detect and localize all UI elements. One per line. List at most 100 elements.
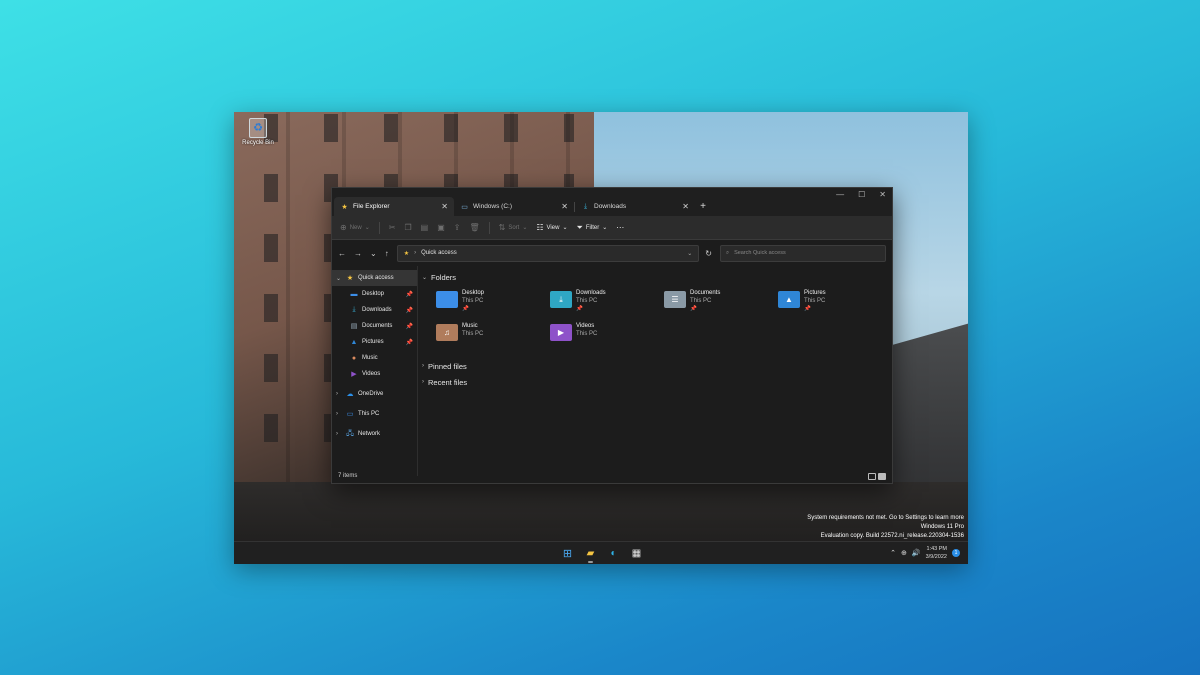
status-bar: 7 items bbox=[332, 469, 892, 483]
chevron-down-icon: ⌄ bbox=[522, 225, 528, 231]
taskbar-edge[interactable]: ◐ bbox=[605, 545, 622, 562]
chevron-down-icon[interactable]: ⌄ bbox=[336, 275, 342, 282]
pin-icon: 📌 bbox=[576, 306, 583, 312]
tab-label: Windows (C:) bbox=[473, 203, 513, 210]
sidebar-item-label: OneDrive bbox=[358, 391, 384, 397]
close-tab-icon[interactable]: ✕ bbox=[682, 202, 689, 211]
notification-badge[interactable]: 1 bbox=[952, 549, 960, 557]
sidebar-item-pictures[interactable]: ▲ Pictures 📌 bbox=[332, 334, 417, 350]
pinned-files-section-header[interactable]: › Pinned files bbox=[422, 358, 892, 374]
copy-icon[interactable]: ❐ bbox=[404, 223, 411, 232]
new-tab-button[interactable]: + bbox=[695, 197, 711, 216]
folder-tile-music[interactable]: ♫ Music This PC bbox=[436, 322, 550, 352]
pin-icon: 📌 bbox=[405, 323, 413, 330]
folder-tile-videos[interactable]: ▶ Videos This PC bbox=[550, 322, 664, 352]
up-arrow-icon[interactable]: ↑ bbox=[385, 249, 389, 258]
sort-button[interactable]: ⇅ Sort ⌄ bbox=[499, 223, 528, 232]
folder-tile-documents[interactable]: ☰ Documents This PC 📌 bbox=[664, 289, 778, 319]
recycle-bin-shortcut[interactable]: ♻ Recycle Bin bbox=[240, 118, 276, 146]
desktop-icon: ▬ bbox=[350, 290, 358, 298]
star-icon: ★ bbox=[403, 250, 410, 257]
clock[interactable]: 1:43 PM 3/9/2022 bbox=[926, 545, 947, 561]
layout-toggle bbox=[868, 472, 886, 480]
paste-icon[interactable]: ▤ bbox=[421, 223, 429, 232]
filter-icon: ⏷ bbox=[576, 222, 583, 232]
windows-logo-icon: ⊞ bbox=[562, 548, 573, 560]
refresh-icon[interactable]: ↻ bbox=[705, 249, 712, 258]
tiles-view-icon[interactable] bbox=[878, 472, 886, 480]
tab-windows-c[interactable]: ▭ Windows (C:) ✕ bbox=[454, 197, 574, 216]
sidebar-item-quick-access[interactable]: ⌄ ★ Quick access bbox=[332, 270, 417, 286]
recent-locations-chevron-icon[interactable]: ⌄ bbox=[370, 249, 377, 258]
chevron-right-icon[interactable]: › bbox=[336, 431, 342, 437]
sidebar-item-downloads[interactable]: ⤓ Downloads 📌 bbox=[332, 302, 417, 318]
folder-location: This PC bbox=[462, 331, 484, 337]
rename-icon[interactable]: ▣ bbox=[437, 223, 445, 232]
back-arrow-icon[interactable]: ← bbox=[338, 249, 346, 258]
delete-icon[interactable]: 🗑 bbox=[469, 223, 479, 232]
tab-downloads[interactable]: ⤓ Downloads ✕ bbox=[575, 197, 695, 216]
volume-icon[interactable]: 🔊 bbox=[912, 549, 921, 557]
pin-icon: 📌 bbox=[405, 339, 413, 346]
recycle-bin-label: Recycle Bin bbox=[242, 140, 274, 146]
desktop-folder-icon bbox=[436, 291, 458, 308]
music-icon: ● bbox=[351, 354, 357, 362]
maximize-icon[interactable]: ☐ bbox=[858, 190, 865, 199]
recent-files-section-header[interactable]: › Recent files bbox=[422, 374, 892, 390]
filter-button[interactable]: ⏷ Filter ⌄ bbox=[576, 223, 607, 233]
music-folder-icon: ♫ bbox=[436, 324, 458, 341]
taskbar-file-explorer[interactable]: ▰ bbox=[582, 545, 599, 563]
star-icon: ★ bbox=[341, 203, 348, 211]
close-icon[interactable]: ✕ bbox=[879, 190, 886, 199]
address-bar[interactable]: ★ › Quick access ⌄ bbox=[396, 244, 700, 262]
chevron-down-icon: ⌄ bbox=[422, 274, 428, 281]
more-options-icon[interactable]: ⋯ bbox=[616, 223, 624, 232]
pictures-folder-icon: ▲ bbox=[778, 291, 800, 308]
start-button[interactable]: ⊞ bbox=[559, 545, 576, 562]
filter-label: Filter bbox=[585, 224, 600, 231]
minimize-icon[interactable]: — bbox=[836, 190, 844, 199]
chevron-right-icon[interactable]: › bbox=[336, 411, 342, 417]
watermark-line: Evaluation copy. Build 22572.ni_release.… bbox=[820, 533, 964, 539]
folder-tile-downloads[interactable]: ⤓ Downloads This PC 📌 bbox=[550, 289, 664, 319]
search-input[interactable]: ⌕ Search Quick access bbox=[719, 244, 886, 262]
tab-strip: ★ File Explorer ✕ ▭ Windows (C:) ✕ ⤓ Dow… bbox=[334, 197, 711, 216]
sidebar-item-onedrive[interactable]: › ☁ OneDrive bbox=[332, 386, 417, 402]
system-tray: ⌃ ⊕ 🔊 1:43 PM 3/9/2022 1 bbox=[890, 545, 960, 561]
sidebar-item-music[interactable]: ● Music bbox=[332, 350, 417, 366]
chevron-up-icon[interactable]: ⌃ bbox=[890, 549, 896, 557]
sidebar-item-videos[interactable]: ▶ Videos bbox=[332, 366, 417, 382]
cut-icon[interactable]: ✂ bbox=[389, 223, 396, 232]
globe-icon[interactable]: ⊕ bbox=[901, 549, 907, 557]
folder-location: This PC bbox=[576, 331, 598, 337]
explorer-body: ⌄ ★ Quick access ▬ Desktop 📌 ⤓ Downloads… bbox=[332, 266, 892, 476]
chevron-right-icon[interactable]: › bbox=[336, 391, 342, 397]
sidebar-item-documents[interactable]: ▤ Documents 📌 bbox=[332, 318, 417, 334]
folder-location: This PC bbox=[576, 298, 598, 304]
close-tab-icon[interactable]: ✕ bbox=[561, 202, 568, 211]
sidebar-item-network[interactable]: › 🖧 Network bbox=[332, 426, 417, 442]
tab-file-explorer[interactable]: ★ File Explorer ✕ bbox=[334, 197, 454, 216]
folder-tile-pictures[interactable]: ▲ Pictures This PC 📌 bbox=[778, 289, 892, 319]
store-icon: ▦ bbox=[631, 548, 642, 559]
chevron-down-icon[interactable]: ⌄ bbox=[687, 250, 692, 257]
taskbar-store[interactable]: ▦ bbox=[628, 545, 645, 562]
pin-icon: 📌 bbox=[690, 306, 697, 312]
forward-arrow-icon[interactable]: → bbox=[354, 249, 362, 258]
activation-watermark: System requirements not met. Go to Setti… bbox=[807, 514, 964, 541]
details-view-icon[interactable] bbox=[868, 472, 876, 480]
folder-text: Pictures This PC 📌 bbox=[804, 289, 826, 319]
new-button[interactable]: ⊕ New ⌄ bbox=[340, 223, 370, 232]
view-button[interactable]: ☷ View ⌄ bbox=[536, 223, 567, 232]
share-icon[interactable]: ⇪ bbox=[454, 223, 461, 232]
folder-text: Music This PC bbox=[462, 322, 483, 352]
sidebar-item-label: Quick access bbox=[358, 275, 394, 281]
close-tab-icon[interactable]: ✕ bbox=[441, 202, 448, 211]
file-explorer-window: ★ File Explorer ✕ ▭ Windows (C:) ✕ ⤓ Dow… bbox=[331, 187, 893, 484]
folders-section-header[interactable]: ⌄ Folders bbox=[422, 269, 892, 285]
folder-tile-desktop[interactable]: Desktop This PC 📌 bbox=[436, 289, 550, 319]
sidebar-item-this-pc[interactable]: › ▭ This PC bbox=[332, 406, 417, 422]
toolbar-divider bbox=[488, 221, 490, 234]
sidebar-item-desktop[interactable]: ▬ Desktop 📌 bbox=[332, 286, 417, 302]
sidebar-item-label: Downloads bbox=[362, 307, 392, 313]
